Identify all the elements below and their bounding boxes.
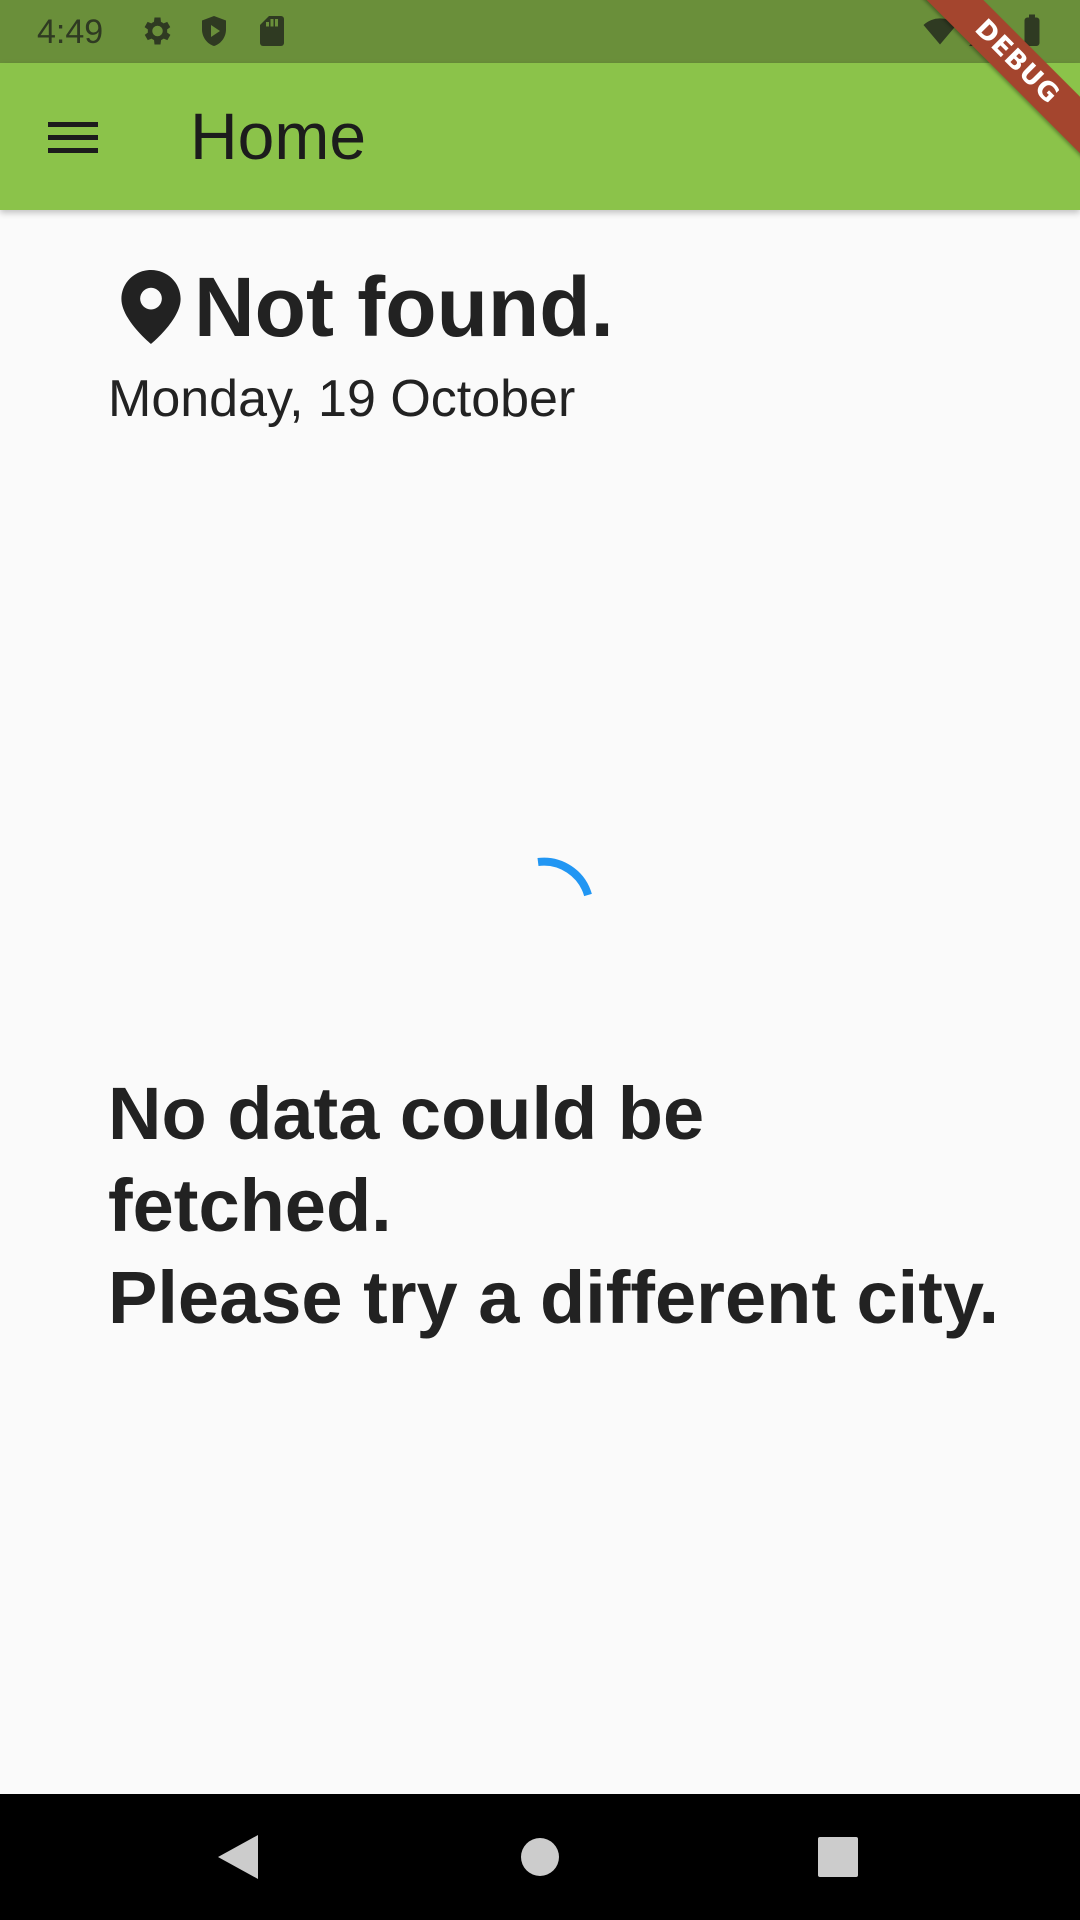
location-header: Not found. xyxy=(120,262,614,352)
menu-button[interactable] xyxy=(34,102,112,174)
home-button[interactable] xyxy=(510,1827,570,1887)
status-bar: 4:49 xyxy=(0,0,1080,63)
error-message: No data could be fetched. Please try a d… xyxy=(108,1072,1000,1339)
location-name: Not found. xyxy=(194,260,614,354)
location-pin-icon xyxy=(120,270,182,344)
shield-play-icon xyxy=(196,13,232,49)
home-icon xyxy=(520,1837,560,1877)
battery-icon xyxy=(1014,13,1050,49)
recents-button[interactable] xyxy=(808,1827,868,1887)
sd-card-icon xyxy=(254,13,290,49)
wifi-icon xyxy=(922,13,958,49)
back-icon xyxy=(216,1833,260,1881)
status-time: 4:49 xyxy=(37,13,104,51)
navigation-bar xyxy=(0,1794,1080,1920)
back-button[interactable] xyxy=(208,1827,268,1887)
menu-icon xyxy=(48,118,98,158)
gear-icon xyxy=(138,13,174,49)
app-bar: Home xyxy=(0,63,1080,210)
app-bar-title: Home xyxy=(190,99,367,173)
date-label: Monday, 19 October xyxy=(108,370,576,428)
loading-spinner xyxy=(512,840,612,940)
recents-icon xyxy=(818,1837,858,1877)
signal-icon xyxy=(966,13,1002,49)
